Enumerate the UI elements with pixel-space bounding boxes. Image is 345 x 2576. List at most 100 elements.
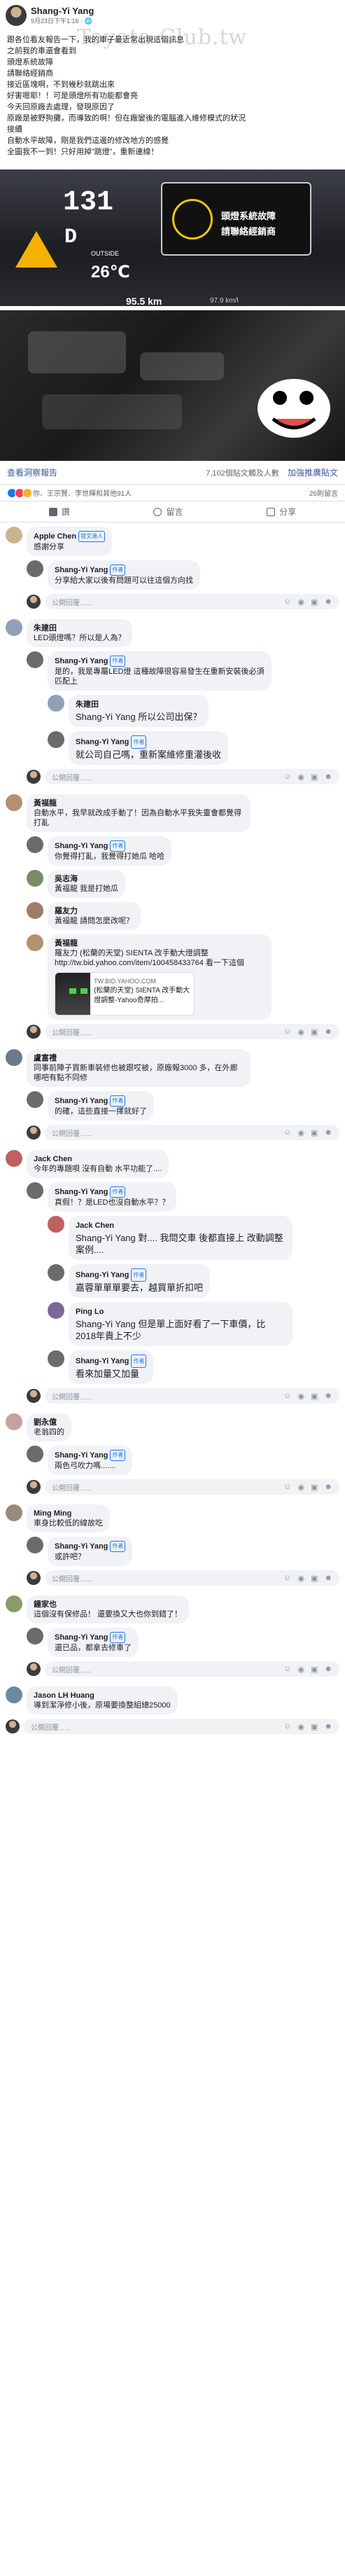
reply-composer[interactable]: 公開回覆...... ☺ ◉ ▣ ☻: [27, 1024, 339, 1039]
commenter-avatar[interactable]: [6, 1413, 22, 1430]
sticker-icon[interactable]: ☻: [324, 773, 332, 782]
sticker-icon[interactable]: ☻: [324, 1722, 332, 1731]
commenter-avatar[interactable]: [27, 1182, 43, 1199]
camera-icon[interactable]: ◉: [297, 1665, 304, 1674]
like-button[interactable]: 讚: [48, 506, 70, 518]
camera-icon[interactable]: ◉: [297, 1128, 304, 1137]
comment-count[interactable]: 26則留言: [309, 487, 338, 498]
post-author[interactable]: Shang-Yi Yang: [31, 6, 94, 16]
reaction-icons[interactable]: [7, 487, 32, 498]
commenter-avatar[interactable]: [27, 1628, 43, 1644]
emoji-icon[interactable]: ☺: [283, 1722, 291, 1731]
emoji-icon[interactable]: ☺: [283, 1574, 291, 1583]
commenter-avatar[interactable]: [6, 1687, 22, 1703]
emoji-icon[interactable]: ☺: [283, 597, 291, 607]
commenter-avatar[interactable]: [6, 794, 22, 811]
camera-icon[interactable]: ◉: [297, 597, 304, 607]
commenter-name[interactable]: 黃福龍: [34, 798, 244, 808]
commenter-avatar[interactable]: [27, 1537, 43, 1553]
boost-post-button[interactable]: 加強推廣貼文: [288, 468, 338, 478]
commenter-avatar[interactable]: [48, 695, 64, 712]
reply-composer[interactable]: 公開回覆...... ☺ ◉ ▣ ☻: [27, 594, 339, 609]
reply-input[interactable]: 公開回覆...... ☺ ◉ ▣ ☻: [45, 1024, 339, 1039]
reply-composer[interactable]: 公開回覆...... ☺ ◉ ▣ ☻: [27, 1479, 339, 1495]
camera-icon[interactable]: ◉: [297, 1722, 304, 1731]
commenter-avatar[interactable]: [48, 1216, 64, 1233]
gif-icon[interactable]: ▣: [311, 1392, 318, 1401]
commenter-name[interactable]: Shang-Yi Yang 作者: [55, 1541, 126, 1552]
post-date[interactable]: 9月23日下午1:16 · 🌐: [31, 16, 94, 25]
commenter-name[interactable]: Shang-Yi Yang 作者: [76, 1268, 203, 1282]
commenter-name[interactable]: Shang-Yi Yang 作者: [55, 1095, 147, 1107]
commenter-name[interactable]: Ming Ming: [34, 1509, 103, 1518]
comment-button[interactable]: 留言: [153, 506, 183, 518]
sticker-icon[interactable]: ☻: [324, 1574, 332, 1583]
reply-input[interactable]: 公開回覆...... ☺ ◉ ▣ ☻: [45, 1125, 339, 1140]
commenter-avatar[interactable]: [27, 836, 43, 853]
commenter-avatar[interactable]: [27, 934, 43, 951]
reply-input[interactable]: 公開回覆...... ☺ ◉ ▣ ☻: [45, 1661, 339, 1677]
commenter-name[interactable]: 羅友力: [55, 906, 134, 916]
commenter-name[interactable]: Shang-Yi Yang 作者: [55, 565, 193, 576]
reply-input[interactable]: 公開回覆...... ☺ ◉ ▣ ☻: [45, 1570, 339, 1586]
commenter-name[interactable]: Jason LH Huang: [34, 1691, 171, 1701]
commenter-name[interactable]: Shang-Yi Yang 作者: [76, 1355, 147, 1368]
sticker-icon[interactable]: ☻: [324, 1128, 332, 1137]
emoji-icon[interactable]: ☺: [283, 1027, 291, 1037]
camera-icon[interactable]: ◉: [297, 773, 304, 782]
dashboard-photo[interactable]: 131 D 頭燈系統故障 請聯絡經銷商 OUTSIDE 26℃ 95.5 km …: [0, 169, 345, 306]
reaction-names[interactable]: 你、王宗賢、李世輝和其他91人: [33, 487, 132, 498]
sticker-icon[interactable]: ☻: [324, 597, 332, 607]
commenter-name[interactable]: 黃福龍: [55, 939, 265, 948]
camera-icon[interactable]: ◉: [297, 1483, 304, 1492]
reply-input[interactable]: 公開回覆...... ☺ ◉ ▣ ☻: [24, 1719, 339, 1734]
commenter-avatar[interactable]: [48, 1264, 64, 1281]
commenter-name[interactable]: Shang-Yi Yang 作者: [55, 656, 265, 667]
commenter-avatar[interactable]: [6, 1049, 22, 1066]
reply-input[interactable]: 公開回覆...... ☺ ◉ ▣ ☻: [45, 1479, 339, 1495]
emoji-icon[interactable]: ☺: [283, 1483, 291, 1492]
camera-icon[interactable]: ◉: [297, 1392, 304, 1401]
gif-icon[interactable]: ▣: [311, 773, 318, 782]
commenter-name[interactable]: 盧富禮: [34, 1053, 244, 1063]
reply-composer[interactable]: 公開回覆...... ☺ ◉ ▣ ☻: [27, 1125, 339, 1140]
commenter-avatar[interactable]: [27, 902, 43, 919]
commenter-name[interactable]: 朱建田: [76, 699, 202, 711]
engine-photo[interactable]: [0, 310, 345, 461]
commenter-avatar[interactable]: [48, 731, 64, 748]
commenter-name[interactable]: Shang-Yi Yang 作者: [55, 1186, 169, 1198]
commenter-avatar[interactable]: [48, 1350, 64, 1367]
commenter-avatar[interactable]: [6, 527, 22, 543]
gif-icon[interactable]: ▣: [311, 1483, 318, 1492]
author-avatar[interactable]: [6, 5, 27, 26]
gif-icon[interactable]: ▣: [311, 1027, 318, 1037]
commenter-avatar[interactable]: [27, 560, 43, 577]
commenter-name[interactable]: Shang-Yi Yang 作者: [55, 1450, 126, 1461]
commenter-name[interactable]: Shang-Yi Yang 作者: [76, 735, 221, 749]
commenter-avatar[interactable]: [48, 1302, 64, 1319]
commenter-avatar[interactable]: [27, 1091, 43, 1108]
camera-icon[interactable]: ◉: [297, 1027, 304, 1037]
reply-composer[interactable]: 公開回覆...... ☺ ◉ ▣ ☻: [27, 1388, 339, 1404]
commenter-name[interactable]: 朱建田: [34, 623, 125, 633]
camera-icon[interactable]: ◉: [297, 1574, 304, 1583]
commenter-name[interactable]: 劉永億: [34, 1418, 64, 1427]
commenter-avatar[interactable]: [6, 1504, 22, 1521]
sticker-icon[interactable]: ☻: [324, 1027, 332, 1037]
commenter-avatar[interactable]: [6, 1595, 22, 1612]
commenter-name[interactable]: Jack Chen: [76, 1220, 286, 1232]
reply-composer[interactable]: 公開回覆...... ☺ ◉ ▣ ☻: [27, 1661, 339, 1677]
commenter-avatar[interactable]: [27, 651, 43, 668]
commenter-name[interactable]: Shang-Yi Yang 作者: [55, 840, 164, 852]
emoji-icon[interactable]: ☺: [283, 1128, 291, 1137]
emoji-icon[interactable]: ☺: [283, 773, 291, 782]
commenter-avatar[interactable]: [6, 619, 22, 636]
insights-link[interactable]: 查看洞察報告: [7, 466, 57, 478]
share-button[interactable]: 分享: [267, 506, 296, 518]
gif-icon[interactable]: ▣: [311, 1722, 318, 1731]
gif-icon[interactable]: ▣: [311, 1665, 318, 1674]
sticker-icon[interactable]: ☻: [324, 1392, 332, 1401]
reply-composer[interactable]: 公開回覆...... ☺ ◉ ▣ ☻: [6, 1719, 339, 1734]
gif-icon[interactable]: ▣: [311, 1574, 318, 1583]
sticker-icon[interactable]: ☻: [324, 1483, 332, 1492]
